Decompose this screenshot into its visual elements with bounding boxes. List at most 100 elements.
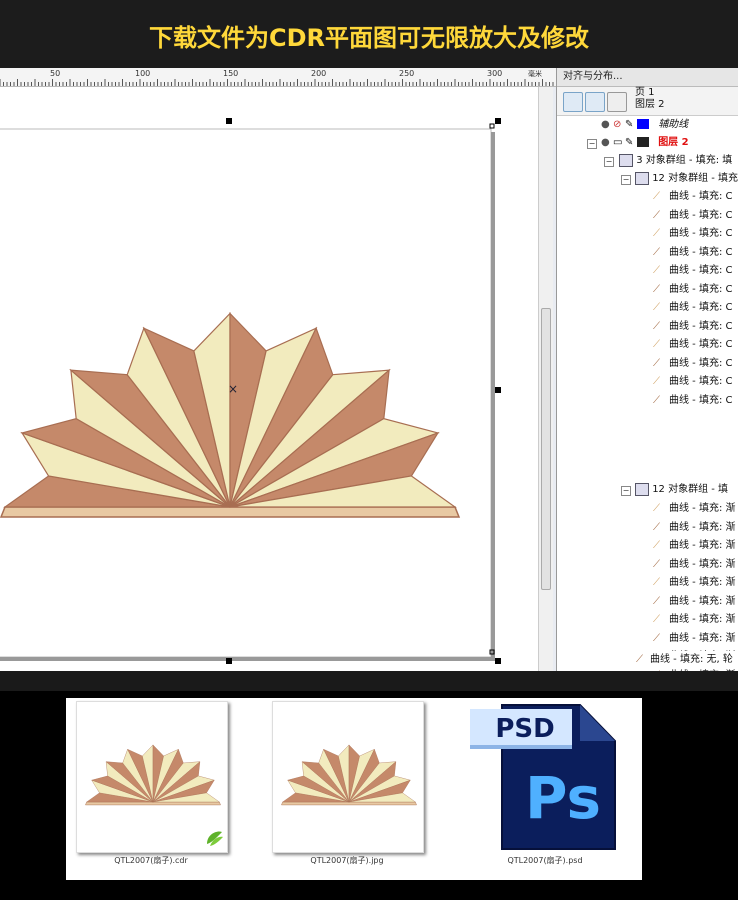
curve-label: 曲线 - 填充: 渐: [669, 632, 736, 644]
curve-icon: ⟋: [636, 654, 643, 665]
curve-row[interactable]: ⟋ 曲线 - 填充: 渐: [653, 593, 736, 611]
curve-icon: ⟋: [653, 540, 660, 551]
guides-layer-row[interactable]: ● ⊘ ✎ 辅助线: [601, 116, 688, 134]
curve-row[interactable]: ⟋ 曲线 - 填充: C: [653, 225, 733, 243]
curve-last-row[interactable]: ⟋ 曲线 - 填充: 无, 轮: [636, 651, 737, 669]
curve-label: 曲线 - 填充: 渐: [669, 503, 736, 514]
curve-icon: ⟋: [653, 521, 660, 533]
curve-last-label: 曲线 - 填充: 无, 轮: [650, 654, 733, 665]
curve-row[interactable]: ⟋ 曲线 - 填充: C: [653, 207, 733, 225]
curve-icon: ⟋: [653, 209, 660, 221]
curve-icon: ⟋: [653, 302, 660, 313]
selection-handle: [495, 658, 501, 664]
file-name: QTL2007(扇子).jpg: [310, 856, 384, 865]
page-shadow-right: [491, 132, 495, 659]
group-12b-label: 12 对象群组 - 填: [652, 484, 729, 495]
coreldraw-logo-icon: [203, 828, 225, 850]
group-3-row[interactable]: 3 对象群组 - 填充: 填: [619, 152, 732, 170]
scrollbar-thumb[interactable]: [541, 308, 551, 590]
psd-file-icon[interactable]: PSD Ps: [470, 701, 620, 851]
curve-label: 曲线 - 填充: C: [669, 302, 733, 313]
curve-row[interactable]: ⟋ 曲线 - 填充: 渐: [653, 611, 736, 629]
show-properties-icon[interactable]: [563, 92, 583, 112]
curve-label: 曲线 - 填充: C: [669, 339, 733, 350]
curve-row[interactable]: ⟋ 曲线 - 填充: C: [653, 281, 733, 299]
curve-label: 曲线 - 填充: 渐: [669, 577, 736, 588]
banner-title: 下载文件为CDR平面图可无限放大及修改: [148, 24, 589, 52]
group-12a-row[interactable]: 12 对象群组 - 填充: 填: [635, 170, 738, 188]
jpg-thumbnail[interactable]: [272, 701, 424, 853]
curve-row[interactable]: ⟋ 曲线 - 填充: C: [653, 373, 733, 391]
curve-icon: ⟋: [653, 339, 660, 350]
curve-row[interactable]: ⟋ 曲线 - 填充: 渐: [653, 537, 736, 555]
curve-row[interactable]: ⟋ 曲线 - 填充: 渐: [653, 574, 736, 592]
layer-manager-view-icon[interactable]: [607, 92, 627, 112]
curve-row[interactable]: ⟋ 曲线 - 填充: 渐: [653, 500, 736, 518]
curve-row[interactable]: ⟋ 曲线 - 填充: C: [653, 262, 733, 280]
curve-label: 曲线 - 填充: C: [669, 283, 733, 295]
page-shadow-bottom: [0, 657, 495, 661]
curve-label: 曲线 - 填充: 渐: [669, 540, 736, 551]
layer-color-swatch: [637, 137, 649, 147]
curve-row[interactable]: ⟋ 曲线 - 填充: C: [653, 299, 733, 317]
group-3-label: 3 对象群组 - 填充: 填: [636, 155, 733, 166]
edit-across-layers-icon[interactable]: [585, 92, 605, 112]
file-name: QTL2007(扇子).cdr: [114, 856, 188, 865]
cdr-thumbnail[interactable]: [76, 701, 228, 853]
curve-row[interactable]: ⟋ 曲线 - 填充: C: [653, 188, 733, 206]
cdr-preview-svg: [85, 744, 225, 850]
pencil-icon[interactable]: ✎: [625, 134, 637, 152]
horizontal-ruler[interactable]: 50 100 150 200 250 300 毫米: [0, 68, 556, 87]
ruler-label: 250: [399, 69, 415, 78]
collapse-icon[interactable]: −: [621, 175, 631, 185]
pencil-icon[interactable]: ✎: [625, 116, 637, 134]
curve-row[interactable]: ⟋ 曲线 - 填充: C: [653, 244, 733, 262]
group-icon: [635, 482, 649, 496]
drawing-canvas[interactable]: ×: [0, 87, 538, 671]
jpg-preview-svg: [281, 744, 417, 806]
ruler-ticks: [0, 79, 554, 86]
panel-toolbar: 页 1 图层 2: [557, 87, 738, 116]
curve-label: 曲线 - 填充: C: [669, 246, 733, 258]
curve-row[interactable]: ⟋ 曲线 - 填充: C: [653, 336, 733, 354]
object-manager-panel: 对齐与分布... 页 1 图层 2 ● ⊘ ✎ 辅助线 − ● ▭ ✎ 图层 2 −: [556, 68, 738, 671]
curve-label: 曲线 - 填充: C: [669, 357, 733, 369]
eye-icon[interactable]: ●: [601, 134, 613, 152]
curve-icon: ⟋: [653, 320, 660, 332]
group-icon: [635, 171, 649, 185]
curve-icon: ⟋: [653, 503, 660, 514]
collapse-icon[interactable]: −: [621, 486, 631, 496]
curve-row[interactable]: ⟋ 曲线 - 填充: 渐: [653, 630, 736, 648]
coreldraw-workspace: 50 100 150 200 250 300 毫米 × 对齐与分布... 页 1…: [0, 68, 738, 671]
curve-label: 曲线 - 填充: 渐: [669, 614, 736, 625]
group-12b-row[interactable]: 12 对象群组 - 填: [635, 481, 728, 499]
panel-header[interactable]: 对齐与分布...: [557, 68, 738, 87]
curve-label: 曲线 - 填充: C: [669, 376, 733, 387]
curve-icon: ⟋: [653, 577, 660, 588]
curve-icon: ⟋: [653, 632, 660, 644]
curve-row[interactable]: ⟋ 曲线 - 填充: C: [653, 318, 733, 336]
curve-row[interactable]: ⟋ 曲线 - 填充: C: [653, 355, 733, 373]
psd-label: PSD: [495, 714, 555, 744]
layer-2-row[interactable]: ● ▭ ✎ 图层 2: [601, 134, 689, 152]
curve-row[interactable]: ⟋ 曲线 - 填充: 渐: [653, 519, 736, 537]
curve-label: 曲线 - 填充: C: [669, 265, 733, 276]
curve-label: 曲线 - 填充: 渐: [669, 521, 736, 533]
layer-2-name: 图层 2: [658, 137, 689, 148]
object-tree: ● ⊘ ✎ 辅助线 − ● ▭ ✎ 图层 2 − 3 对象群组 - 填充: 填 − 12…: [557, 116, 738, 671]
current-layer-label: 图层 2: [635, 99, 665, 110]
curve-icon: ⟋: [653, 595, 660, 607]
curve-row[interactable]: ⟋ 曲线 - 填充: 渐: [653, 556, 736, 574]
eye-icon[interactable]: ●: [601, 116, 613, 134]
curve-label: 曲线 - 填充: C: [669, 191, 733, 202]
collapse-icon[interactable]: −: [604, 157, 614, 167]
fan-base: [0, 506, 461, 518]
center-marker: ×: [228, 382, 238, 396]
printer-icon[interactable]: ▭: [613, 134, 625, 152]
fan-base: [85, 801, 221, 806]
fan-base: [281, 801, 417, 806]
curve-row[interactable]: ⟋ 曲线 - 填充: C: [653, 392, 733, 410]
ruler-label: 50: [50, 69, 61, 78]
collapse-icon[interactable]: −: [587, 139, 597, 149]
no-print-icon[interactable]: ⊘: [613, 116, 625, 134]
